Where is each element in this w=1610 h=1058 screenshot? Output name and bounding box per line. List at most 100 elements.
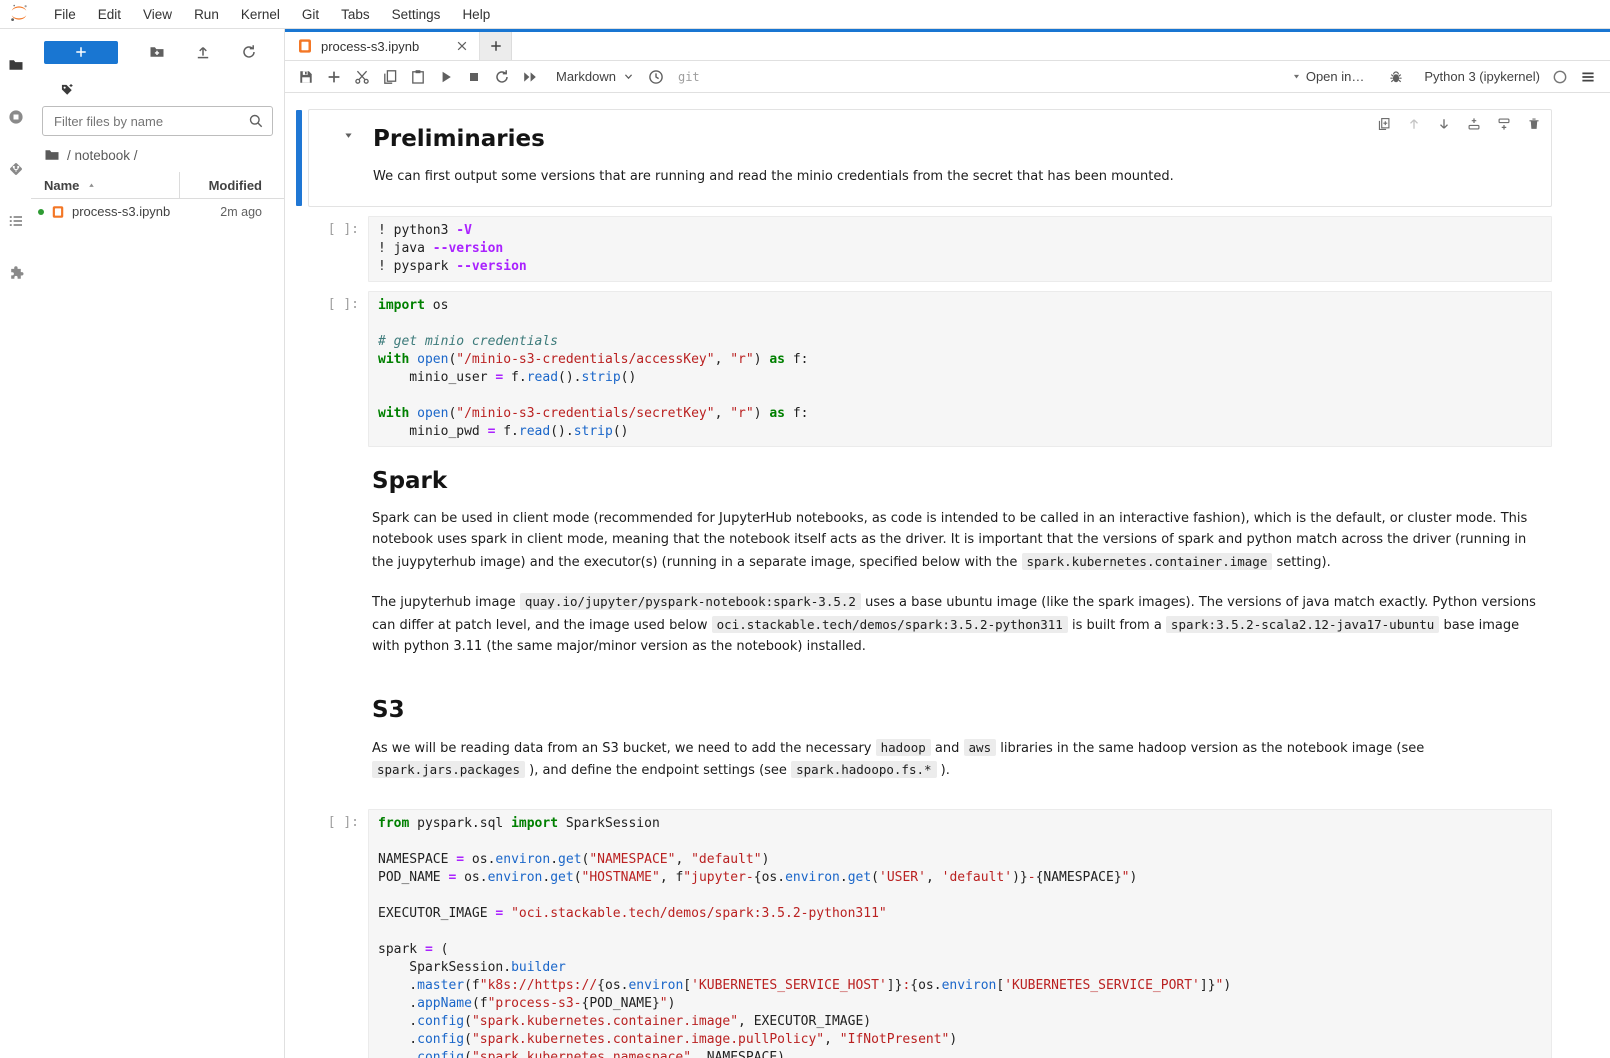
move-cell-down-button[interactable] bbox=[1437, 117, 1451, 131]
file-list-header: Name Modified bbox=[31, 172, 284, 199]
move-up-icon bbox=[1407, 117, 1421, 131]
menu-item-settings[interactable]: Settings bbox=[381, 7, 452, 22]
column-header-modified[interactable]: Modified bbox=[180, 178, 284, 193]
markdown-paragraph: The jupyterhub image quay.io/jupyter/pys… bbox=[372, 591, 1548, 658]
insert-cell-above-button[interactable] bbox=[1467, 117, 1481, 131]
file-name: process-s3.ipynb bbox=[72, 204, 220, 219]
column-header-name[interactable]: Name bbox=[31, 178, 179, 193]
filter-files-input[interactable] bbox=[42, 106, 273, 136]
menu-item-view[interactable]: View bbox=[132, 7, 183, 22]
notebook-file-icon bbox=[51, 205, 65, 219]
notebook-file-icon bbox=[297, 38, 313, 54]
cell-toolbar bbox=[1377, 117, 1541, 131]
restart-run-all-button[interactable] bbox=[516, 65, 544, 89]
open-in-dropdown[interactable]: Open in… bbox=[1292, 69, 1365, 84]
refresh-icon bbox=[494, 69, 510, 85]
duplicate-cell-icon bbox=[1377, 117, 1391, 131]
git-toolbar-label: git bbox=[678, 70, 700, 84]
file-list: process-s3.ipynb2m ago bbox=[31, 199, 284, 224]
sidebar-extensions[interactable] bbox=[0, 247, 31, 299]
delete-cell-button[interactable] bbox=[1527, 117, 1541, 131]
cell-body: import os # get minio credentialswith op… bbox=[368, 291, 1552, 447]
cell-prompt: [ ]: bbox=[285, 291, 368, 447]
collapse-heading-icon[interactable] bbox=[343, 130, 354, 141]
breadcrumb-path: / notebook / bbox=[67, 148, 138, 163]
code-editor[interactable]: ! python3 -V! java --version! pyspark --… bbox=[368, 216, 1552, 282]
file-row[interactable]: process-s3.ipynb2m ago bbox=[31, 199, 284, 224]
menu-bar: FileEditViewRunKernelGitTabsSettingsHelp bbox=[0, 0, 1610, 29]
tab-bar: process-s3.ipynb bbox=[285, 32, 1610, 61]
puzzle-icon bbox=[8, 265, 24, 281]
tab-process-s3[interactable]: process-s3.ipynb bbox=[285, 32, 480, 60]
menu-item-tabs[interactable]: Tabs bbox=[330, 7, 381, 22]
main-menu: FileEditViewRunKernelGitTabsSettingsHelp bbox=[43, 7, 501, 22]
code-editor[interactable]: import os # get minio credentialswith op… bbox=[368, 291, 1552, 447]
markdown-paragraph: As we will be reading data from an S3 bu… bbox=[372, 737, 1548, 782]
new-tab-button[interactable] bbox=[480, 32, 512, 60]
main-area: / notebook / Name Modified process-s3.ip… bbox=[0, 29, 1610, 1058]
markdown-rendered[interactable]: SparkSpark can be used in client mode (r… bbox=[368, 456, 1552, 676]
debugger-bug-icon[interactable] bbox=[1382, 65, 1410, 89]
inline-code: spark.hadoopo.fs.* bbox=[791, 761, 936, 778]
paste-cells-button[interactable] bbox=[404, 65, 432, 89]
save-icon bbox=[298, 69, 314, 85]
copy-cells-button[interactable] bbox=[376, 65, 404, 89]
inline-code: spark.jars.packages bbox=[372, 761, 525, 778]
menu-item-kernel[interactable]: Kernel bbox=[230, 7, 291, 22]
activity-bar bbox=[0, 29, 31, 1058]
checkpoint-clock-icon[interactable] bbox=[642, 65, 670, 89]
cut-cells-button[interactable] bbox=[348, 65, 376, 89]
notebook-toolbar: Markdown git Open in… Python 3 (ipykerne… bbox=[285, 61, 1610, 93]
paste-icon bbox=[410, 69, 426, 85]
upload-icon bbox=[195, 44, 211, 60]
menu-item-help[interactable]: Help bbox=[451, 7, 501, 22]
code-cell: [ ]:import os # get minio credentialswit… bbox=[285, 291, 1610, 447]
jupyter-logo-icon bbox=[9, 3, 31, 25]
kernel-status-icon[interactable] bbox=[1552, 69, 1568, 85]
insert-below-icon bbox=[1497, 117, 1511, 131]
breadcrumb[interactable]: / notebook / bbox=[31, 142, 284, 168]
menu-item-edit[interactable]: Edit bbox=[87, 7, 132, 22]
hamburger-menu-icon[interactable] bbox=[1580, 69, 1596, 85]
kernel-name[interactable]: Python 3 (ipykernel) bbox=[1424, 69, 1540, 84]
markdown-heading: Spark bbox=[372, 468, 1548, 494]
duplicate-cell-button[interactable] bbox=[1377, 117, 1391, 131]
menu-item-file[interactable]: File bbox=[43, 7, 87, 22]
cell-type-dropdown[interactable]: Markdown bbox=[556, 69, 634, 84]
insert-cell-button[interactable] bbox=[320, 65, 348, 89]
insert-cell-below-button[interactable] bbox=[1497, 117, 1511, 131]
interrupt-kernel-button[interactable] bbox=[460, 65, 488, 89]
markdown-rendered[interactable]: S3 As we will be reading data from an S3 … bbox=[368, 685, 1552, 800]
new-folder-button[interactable] bbox=[149, 44, 165, 60]
close-tab-icon[interactable] bbox=[455, 39, 469, 53]
markdown-heading: S3 bbox=[372, 697, 1548, 723]
markdown-heading: Preliminaries bbox=[373, 126, 1539, 152]
add-icon bbox=[326, 69, 342, 85]
cut-icon bbox=[354, 69, 370, 85]
sidebar-file-browser[interactable] bbox=[0, 39, 31, 91]
menu-item-git[interactable]: Git bbox=[291, 7, 330, 22]
cell-prompt bbox=[285, 456, 368, 676]
sidebar-running-kernels[interactable] bbox=[0, 91, 31, 143]
run-cell-button[interactable] bbox=[432, 65, 460, 89]
code-editor[interactable]: from pyspark.sql import SparkSession NAM… bbox=[368, 809, 1552, 1058]
markdown-paragraph: We can first output some versions that a… bbox=[373, 166, 1539, 188]
tag-plus-icon[interactable] bbox=[60, 83, 74, 97]
selected-markdown-frame[interactable]: Preliminaries We can first output some ve… bbox=[308, 109, 1552, 207]
save-button[interactable] bbox=[292, 65, 320, 89]
dock-panel: process-s3.ipynb Markdown git Op bbox=[285, 29, 1610, 1058]
sidebar-git[interactable] bbox=[0, 143, 31, 195]
new-launcher-button[interactable] bbox=[44, 41, 118, 64]
menu-item-run[interactable]: Run bbox=[183, 7, 230, 22]
folder-icon bbox=[8, 57, 24, 73]
markdown-cell: SparkSpark can be used in client mode (r… bbox=[285, 456, 1610, 676]
new-folder-icon bbox=[149, 44, 165, 60]
restart-kernel-button[interactable] bbox=[488, 65, 516, 89]
refresh-file-list-button[interactable] bbox=[241, 44, 257, 60]
inline-code: oci.stackable.tech/demos/spark:3.5.2-pyt… bbox=[712, 616, 1068, 633]
run-all-icon bbox=[522, 69, 538, 85]
move-cell-up-button[interactable] bbox=[1407, 117, 1421, 131]
sidebar-table-of-contents[interactable] bbox=[0, 195, 31, 247]
toolbar-buttons bbox=[292, 65, 544, 89]
upload-files-button[interactable] bbox=[195, 44, 211, 60]
